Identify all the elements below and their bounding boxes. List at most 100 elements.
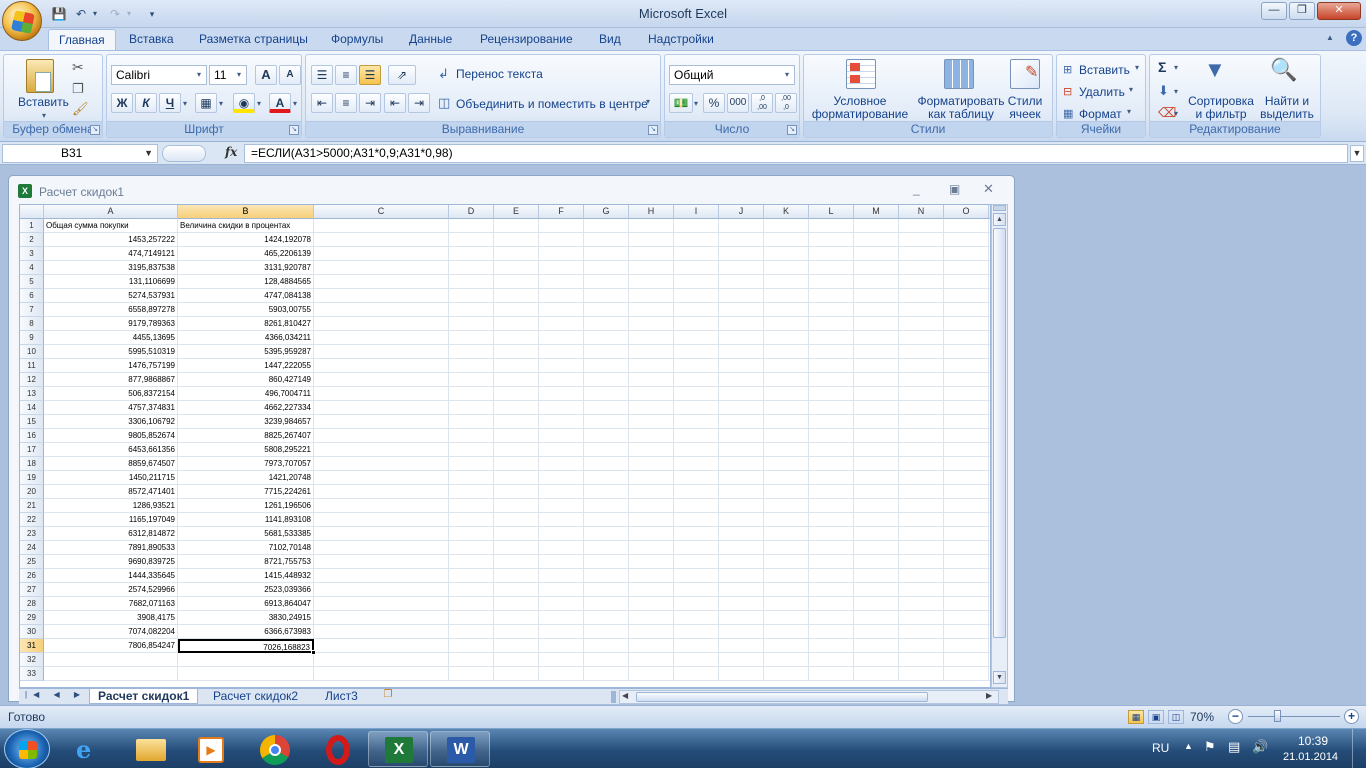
name-box[interactable]: B31 ▼ (2, 144, 158, 163)
spreadsheet-grid[interactable]: A B C D E F G H I J K L M N O 1 Общая сумма покупки Велич… (19, 204, 991, 688)
cell[interactable] (809, 513, 854, 527)
taskbar-ie[interactable]: e (60, 731, 120, 767)
align-bottom-icon[interactable]: ☰ (359, 65, 381, 85)
cell[interactable] (674, 415, 719, 429)
cell[interactable] (539, 667, 584, 681)
value-cell-a[interactable]: 8859,674507 (44, 457, 178, 471)
taskbar-media[interactable]: ▶ (180, 731, 240, 767)
cell[interactable] (494, 289, 539, 303)
cell[interactable] (494, 317, 539, 331)
shrink-font-button[interactable]: A (279, 65, 301, 85)
format-cells-icon[interactable]: ▦ (1063, 107, 1073, 120)
tab-addins[interactable]: Надстройки (638, 29, 724, 50)
cell[interactable] (854, 331, 899, 345)
value-cell-b[interactable]: 7102,70148 (178, 541, 314, 555)
cell[interactable] (584, 513, 629, 527)
wrap-text-icon[interactable]: ↲ (438, 66, 449, 82)
cell[interactable] (494, 443, 539, 457)
conditional-formatting-button[interactable]: Условное форматирование (810, 95, 910, 121)
scroll-up-icon[interactable]: ▲ (993, 213, 1006, 226)
value-cell-b[interactable]: 1261,196506 (178, 499, 314, 513)
cell[interactable] (719, 597, 764, 611)
doc-restore-icon[interactable]: ▣ (949, 182, 960, 196)
cell[interactable] (944, 499, 989, 513)
network-icon[interactable]: ▤ (1228, 739, 1240, 755)
column-header-i[interactable]: I (674, 205, 719, 219)
cell[interactable] (494, 233, 539, 247)
cell[interactable] (944, 415, 989, 429)
cell[interactable] (314, 611, 449, 625)
cell[interactable] (584, 261, 629, 275)
row-header[interactable]: 13 (20, 387, 44, 401)
cell[interactable] (314, 555, 449, 569)
cell-styles-button[interactable]: Стили ячеек (1000, 95, 1050, 121)
cell[interactable] (494, 667, 539, 681)
clock-date[interactable]: 21.01.2014 (1283, 751, 1338, 763)
cell[interactable] (719, 233, 764, 247)
page-break-view-icon[interactable]: ◫ (1168, 710, 1184, 724)
column-header-c[interactable]: C (314, 205, 449, 219)
scroll-left-icon[interactable]: ◀ (622, 691, 628, 700)
column-header-d[interactable]: D (449, 205, 494, 219)
clear-dropdown-icon[interactable]: ▾ (1174, 109, 1178, 118)
cell[interactable] (854, 359, 899, 373)
horizontal-scroll-thumb[interactable] (636, 692, 928, 702)
value-cell-a[interactable]: 3195,837538 (44, 261, 178, 275)
cell[interactable] (494, 597, 539, 611)
cell[interactable] (629, 667, 674, 681)
cell[interactable] (449, 443, 494, 457)
cell[interactable] (494, 583, 539, 597)
cell[interactable] (944, 583, 989, 597)
office-button[interactable] (2, 1, 42, 41)
cell[interactable] (314, 667, 449, 681)
cell[interactable] (494, 485, 539, 499)
value-cell-a[interactable]: 6558,897278 (44, 303, 178, 317)
cell[interactable] (584, 527, 629, 541)
fill-handle[interactable] (311, 650, 316, 655)
value-cell-b[interactable]: 6366,673983 (178, 625, 314, 639)
cell[interactable] (494, 219, 539, 233)
value-cell-b[interactable]: 8825,267407 (178, 429, 314, 443)
row-header[interactable]: 22 (20, 513, 44, 527)
value-cell-a[interactable]: 5274,537931 (44, 289, 178, 303)
cell[interactable] (494, 639, 539, 653)
cell[interactable] (764, 471, 809, 485)
insert-cells-icon[interactable]: ⊞ (1063, 63, 1072, 76)
row-header[interactable]: 32 (20, 653, 44, 667)
cell[interactable] (674, 289, 719, 303)
vertical-scrollbar[interactable]: ▲ ▼ (991, 204, 1008, 688)
cell[interactable] (449, 611, 494, 625)
cell[interactable] (899, 275, 944, 289)
cell[interactable] (719, 275, 764, 289)
cell[interactable] (629, 415, 674, 429)
cell[interactable] (899, 499, 944, 513)
cell[interactable] (584, 345, 629, 359)
cell[interactable] (44, 667, 178, 681)
cell[interactable] (494, 653, 539, 667)
cell[interactable] (854, 303, 899, 317)
cell[interactable] (764, 387, 809, 401)
delete-cells-icon[interactable]: ⊟ (1063, 85, 1072, 98)
cell[interactable] (449, 667, 494, 681)
value-cell-b[interactable]: 3239,984657 (178, 415, 314, 429)
cell[interactable] (674, 611, 719, 625)
cell[interactable] (494, 303, 539, 317)
cell[interactable] (719, 359, 764, 373)
cell[interactable] (809, 597, 854, 611)
cell[interactable] (449, 527, 494, 541)
cell[interactable] (494, 527, 539, 541)
cell[interactable] (899, 485, 944, 499)
zoom-level[interactable]: 70% (1190, 710, 1214, 724)
column-header-a[interactable]: A (44, 205, 178, 219)
format-as-table-icon[interactable] (944, 59, 974, 89)
cell[interactable] (629, 625, 674, 639)
tab-view[interactable]: Вид (589, 29, 631, 50)
cell[interactable] (674, 513, 719, 527)
cell[interactable] (539, 597, 584, 611)
sheet-tab-3[interactable]: Лист3 (317, 689, 366, 704)
cell[interactable] (944, 317, 989, 331)
minimize-button[interactable]: — (1261, 2, 1287, 20)
cell[interactable] (674, 345, 719, 359)
cell[interactable] (809, 569, 854, 583)
cell[interactable] (944, 667, 989, 681)
